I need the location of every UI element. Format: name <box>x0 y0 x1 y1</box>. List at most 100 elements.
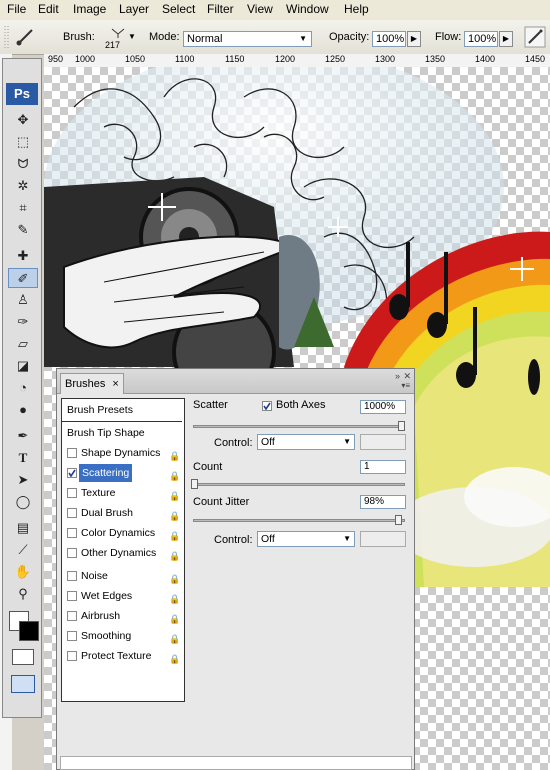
lock-icon[interactable]: 🔒 <box>169 630 180 648</box>
list-item-dual-brush[interactable]: Dual Brush 🔒 <box>62 504 182 522</box>
lock-icon[interactable]: 🔒 <box>169 590 180 608</box>
checkbox[interactable] <box>67 488 77 498</box>
menu-help[interactable]: Help <box>344 2 369 16</box>
flow-arrow-button[interactable]: ▶ <box>499 31 513 47</box>
blur-tool-icon[interactable]: ◔ <box>8 378 38 398</box>
list-item-airbrush[interactable]: Airbrush 🔒 <box>62 607 182 625</box>
lock-icon[interactable]: 🔒 <box>169 527 180 545</box>
menu-bar: File Edit Image Layer Select Filter View… <box>0 0 550 21</box>
brush-size: 217 <box>105 40 121 50</box>
crop-tool-icon[interactable]: ⌗ <box>8 198 38 218</box>
move-tool-icon[interactable]: ✥ <box>8 110 38 130</box>
menu-edit[interactable]: Edit <box>38 2 59 16</box>
list-item-smoothing[interactable]: Smoothing 🔒 <box>62 627 182 645</box>
checkbox-checked[interactable] <box>67 468 77 478</box>
count-jitter-slider-thumb[interactable] <box>395 515 402 525</box>
checkbox[interactable] <box>67 651 77 661</box>
count-jitter-input[interactable]: 98% <box>360 495 406 509</box>
history-brush-icon[interactable]: ✑ <box>8 312 38 332</box>
close-icon[interactable]: × <box>112 378 118 390</box>
lock-icon[interactable]: 🔒 <box>169 610 180 628</box>
menu-file[interactable]: File <box>7 2 26 16</box>
background-color-swatch[interactable] <box>19 621 39 641</box>
list-item-scattering[interactable]: Scattering 🔒 <box>62 464 182 482</box>
list-item-shape-dynamics[interactable]: Shape Dynamics 🔒 <box>62 444 182 462</box>
brush-presets-item[interactable]: Brush Presets <box>62 401 182 419</box>
control-select[interactable]: Off ▼ <box>257 434 355 450</box>
lock-icon[interactable]: 🔒 <box>169 467 180 485</box>
flow-input[interactable]: 100% <box>464 31 498 47</box>
brush-tool-icon[interactable]: ✐ <box>8 268 38 288</box>
list-item-noise[interactable]: Noise 🔒 <box>62 567 182 585</box>
list-item-color-dynamics[interactable]: Color Dynamics 🔒 <box>62 524 182 542</box>
list-item-protect-texture[interactable]: Protect Texture 🔒 <box>62 647 182 665</box>
menu-view[interactable]: View <box>247 2 273 16</box>
paint-bucket-icon[interactable]: ◪ <box>8 356 38 376</box>
menu-filter[interactable]: Filter <box>207 2 234 16</box>
opacity-arrow-button[interactable]: ▶ <box>407 31 421 47</box>
checkbox[interactable] <box>67 528 77 538</box>
both-axes-checkbox[interactable] <box>262 401 272 411</box>
count-slider-thumb[interactable] <box>191 479 198 489</box>
lasso-tool-icon[interactable]: ᗢ <box>8 154 38 174</box>
airbrush-icon[interactable] <box>524 26 546 48</box>
menu-select[interactable]: Select <box>162 2 195 16</box>
mode-value: Normal <box>187 33 223 45</box>
clone-stamp-icon[interactable]: ♙ <box>8 290 38 310</box>
opacity-input[interactable]: 100% <box>372 31 406 47</box>
count-jitter-value: 98% <box>364 496 385 507</box>
menu-window[interactable]: Window <box>286 2 329 16</box>
path-selection-icon[interactable]: ➤ <box>8 470 38 490</box>
marquee-tool-icon[interactable]: ⬚ <box>8 132 38 152</box>
quick-mask-icon[interactable] <box>12 649 34 665</box>
checkbox[interactable] <box>67 548 77 558</box>
slice-tool-icon[interactable]: ✎ <box>8 220 38 240</box>
panel-menu-icon[interactable]: ▾≡ <box>401 381 410 390</box>
collapse-icon[interactable]: » <box>395 371 400 381</box>
list-item-wet-edges[interactable]: Wet Edges 🔒 <box>62 587 182 605</box>
mode-select[interactable]: Normal ▼ <box>183 31 312 47</box>
brush-tool-icon[interactable] <box>14 26 38 48</box>
list-item-other-dynamics[interactable]: Other Dynamics 🔒 <box>62 544 182 562</box>
brush-picker-arrow[interactable]: ▼ <box>128 32 136 41</box>
menu-layer[interactable]: Layer <box>119 2 149 16</box>
dodge-tool-icon[interactable]: ● <box>8 400 38 420</box>
checkbox[interactable] <box>67 631 77 641</box>
brush-preview-icon[interactable] <box>110 27 126 39</box>
list-item-label: Other Dynamics <box>81 547 157 559</box>
lock-icon[interactable]: 🔒 <box>169 570 180 588</box>
shape-tool-icon[interactable]: ◯ <box>8 492 38 512</box>
checkbox[interactable] <box>67 508 77 518</box>
type-tool-icon[interactable]: T <box>8 448 38 468</box>
count-slider[interactable] <box>193 483 405 486</box>
lock-icon[interactable]: 🔒 <box>169 650 180 668</box>
healing-brush-icon[interactable]: ✚ <box>8 246 38 266</box>
lock-icon[interactable]: 🔒 <box>169 447 180 465</box>
lock-icon[interactable]: 🔒 <box>169 547 180 565</box>
magic-wand-icon[interactable]: ✲ <box>8 176 38 196</box>
control2-select[interactable]: Off ▼ <box>257 531 355 547</box>
checkbox[interactable] <box>67 611 77 621</box>
checkbox[interactable] <box>67 591 77 601</box>
count-jitter-slider[interactable] <box>193 519 405 522</box>
eyedropper-icon[interactable]: ⟋ <box>8 540 38 560</box>
eraser-tool-icon[interactable]: ▱ <box>8 334 38 354</box>
lock-icon[interactable]: 🔒 <box>169 487 180 505</box>
lock-icon[interactable]: 🔒 <box>169 507 180 525</box>
checkbox[interactable] <box>67 571 77 581</box>
pen-tool-icon[interactable]: ✒ <box>8 426 38 446</box>
scatter-input[interactable]: 1000% <box>360 400 406 414</box>
scatter-slider[interactable] <box>193 425 405 428</box>
notes-tool-icon[interactable]: ▤ <box>8 518 38 538</box>
tab-brushes[interactable]: Brushes × <box>60 373 124 394</box>
count-input[interactable]: 1 <box>360 460 406 474</box>
hand-tool-icon[interactable]: ✋ <box>8 562 38 582</box>
brush-tip-shape-item[interactable]: Brush Tip Shape <box>62 424 182 442</box>
screen-mode-icon[interactable] <box>11 675 35 693</box>
list-item-label: Dual Brush <box>81 507 133 519</box>
menu-image[interactable]: Image <box>73 2 106 16</box>
scatter-slider-thumb[interactable] <box>398 421 405 431</box>
list-item-texture[interactable]: Texture 🔒 <box>62 484 182 502</box>
checkbox[interactable] <box>67 448 77 458</box>
zoom-tool-icon[interactable]: ⚲ <box>8 584 38 604</box>
